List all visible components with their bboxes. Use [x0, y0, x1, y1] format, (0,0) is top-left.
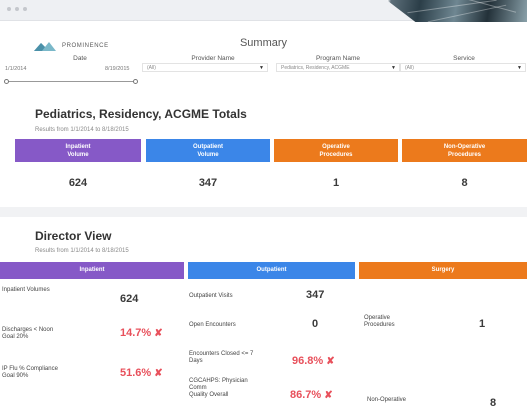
operative-procedures-director-value: 1 — [479, 318, 486, 330]
outpatient-volume-value: 347 — [198, 177, 218, 189]
slider-end-handle[interactable] — [133, 79, 138, 84]
slider-track — [5, 81, 137, 82]
provider-filter-label: Provider Name — [191, 55, 235, 62]
chevron-down-icon: ▼ — [259, 65, 264, 71]
card-label-line2: Procedures — [319, 151, 353, 158]
open-encounters-value: 0 — [312, 318, 319, 330]
program-filter-label: Program Name — [315, 55, 361, 62]
non-operative-procedures-value: 8 — [461, 177, 468, 189]
non-operative-procedures-card[interactable]: Non-Operative Procedures — [402, 139, 527, 162]
cgcahps-percent: 86.7% — [290, 389, 322, 401]
slider-start-handle[interactable] — [4, 79, 9, 84]
outpatient-volume-card[interactable]: Outpatient Volume — [146, 139, 270, 162]
director-results-note: Results from 1/1/2014 to 8/18/2015 — [35, 248, 129, 254]
encounters-closed-percent: 96.8% — [292, 355, 324, 367]
fail-x-icon: ✘ — [324, 390, 333, 401]
cgcahps-label-line3: Quality Overall — [189, 392, 229, 398]
fail-x-icon: ✘ — [154, 328, 163, 339]
fail-x-icon: ✘ — [154, 368, 163, 379]
inpatient-volumes-label: Inpatient Volumes — [2, 287, 50, 293]
provider-select[interactable]: (All) ▼ — [142, 63, 268, 72]
outpatient-visits-value: 347 — [306, 289, 325, 301]
operative-procedures-label-line2: Procedures — [364, 322, 395, 328]
card-label-line2: Volume — [67, 151, 89, 158]
date-filter-label: Date — [73, 55, 87, 62]
operative-procedures-card[interactable]: Operative Procedures — [274, 139, 398, 162]
inpatient-volume-card[interactable]: Inpatient Volume — [15, 139, 141, 162]
maximize-dot-icon[interactable] — [23, 7, 27, 11]
date-end-value[interactable]: 8/19/2015 — [105, 66, 129, 72]
flu-compliance-label-line1: IP Flu % Compliance — [2, 366, 58, 372]
operative-procedures-value: 1 — [332, 177, 340, 189]
non-operative-label: Non-Operative — [367, 397, 407, 403]
cgcahps-value: 86.7% ✘ — [290, 389, 333, 401]
service-select-value: (All) — [405, 65, 414, 71]
fail-x-icon: ✘ — [326, 356, 335, 367]
card-label-line2: Procedures — [447, 151, 481, 158]
page-title: Summary — [239, 37, 288, 49]
discharges-label-line1: Discharges < Noon — [2, 327, 54, 333]
cgcahps-label: CGCAHPS: Physician Comm Quality Overall — [189, 378, 248, 399]
discharges-label: Discharges < Noon Goal 20% — [2, 327, 53, 341]
chevron-down-icon: ▼ — [391, 65, 396, 71]
cgcahps-label-line2: Comm — [189, 385, 207, 391]
date-range-slider[interactable] — [4, 79, 138, 84]
card-label-line2: Volume — [197, 151, 219, 158]
director-outpatient-header[interactable]: Outpatient — [188, 262, 355, 279]
encounters-closed-label-line1: Encounters Closed <= 7 — [189, 351, 254, 357]
totals-heading: Pediatrics, Residency, ACGME Totals — [35, 107, 247, 121]
card-label-line1: Non-Operative — [443, 143, 486, 150]
director-surgery-header[interactable]: Surgery — [359, 262, 527, 279]
provider-select-value: (All) — [147, 65, 156, 71]
program-select-value: Pediatrics, Residency, ACGME — [281, 65, 350, 71]
totals-results-note: Results from 1/1/2014 to 8/18/2015 — [35, 127, 129, 133]
section-divider — [0, 207, 527, 217]
chevron-down-icon: ▼ — [517, 65, 522, 71]
inpatient-volumes-value: 624 — [120, 293, 139, 305]
encounters-closed-label: Encounters Closed <= 7 Days — [189, 351, 253, 365]
operative-procedures-label-line1: Operative — [364, 315, 391, 321]
minimize-dot-icon[interactable] — [15, 7, 19, 11]
flu-compliance-label: IP Flu % Compliance Goal 90% — [2, 366, 58, 380]
encounters-closed-label-line2: Days — [189, 358, 203, 364]
encounters-closed-value: 96.8% ✘ — [292, 355, 335, 367]
discharges-percent: 14.7% — [120, 327, 152, 339]
outpatient-visits-label: Outpatient Visits — [189, 293, 233, 299]
flu-compliance-goal: Goal 90% — [2, 373, 29, 379]
flu-compliance-percent: 51.6% — [120, 367, 152, 379]
window-controls[interactable] — [7, 7, 27, 11]
service-filter-label: Service — [453, 55, 475, 62]
card-label-line1: Operative — [322, 143, 350, 150]
cgcahps-label-line1: CGCAHPS: Physician — [189, 378, 248, 384]
director-heading: Director View — [35, 229, 112, 243]
flu-compliance-value: 51.6% ✘ — [120, 367, 163, 379]
discharges-goal: Goal 20% — [2, 334, 29, 340]
inpatient-volume-value: 624 — [68, 177, 88, 189]
open-encounters-label: Open Encounters — [189, 322, 236, 328]
date-start-value[interactable]: 1/1/2014 — [5, 66, 26, 72]
program-select[interactable]: Pediatrics, Residency, ACGME ▼ — [276, 63, 400, 72]
discharges-value: 14.7% ✘ — [120, 327, 163, 339]
service-select[interactable]: (All) ▼ — [400, 63, 526, 72]
operative-procedures-label: Operative Procedures — [364, 315, 395, 329]
non-operative-director-value: 8 — [490, 397, 497, 409]
card-label-line1: Inpatient — [65, 143, 91, 150]
card-label-line1: Outpatient — [193, 143, 223, 150]
close-dot-icon[interactable] — [7, 7, 11, 11]
director-inpatient-header[interactable]: Inpatient — [0, 262, 184, 279]
